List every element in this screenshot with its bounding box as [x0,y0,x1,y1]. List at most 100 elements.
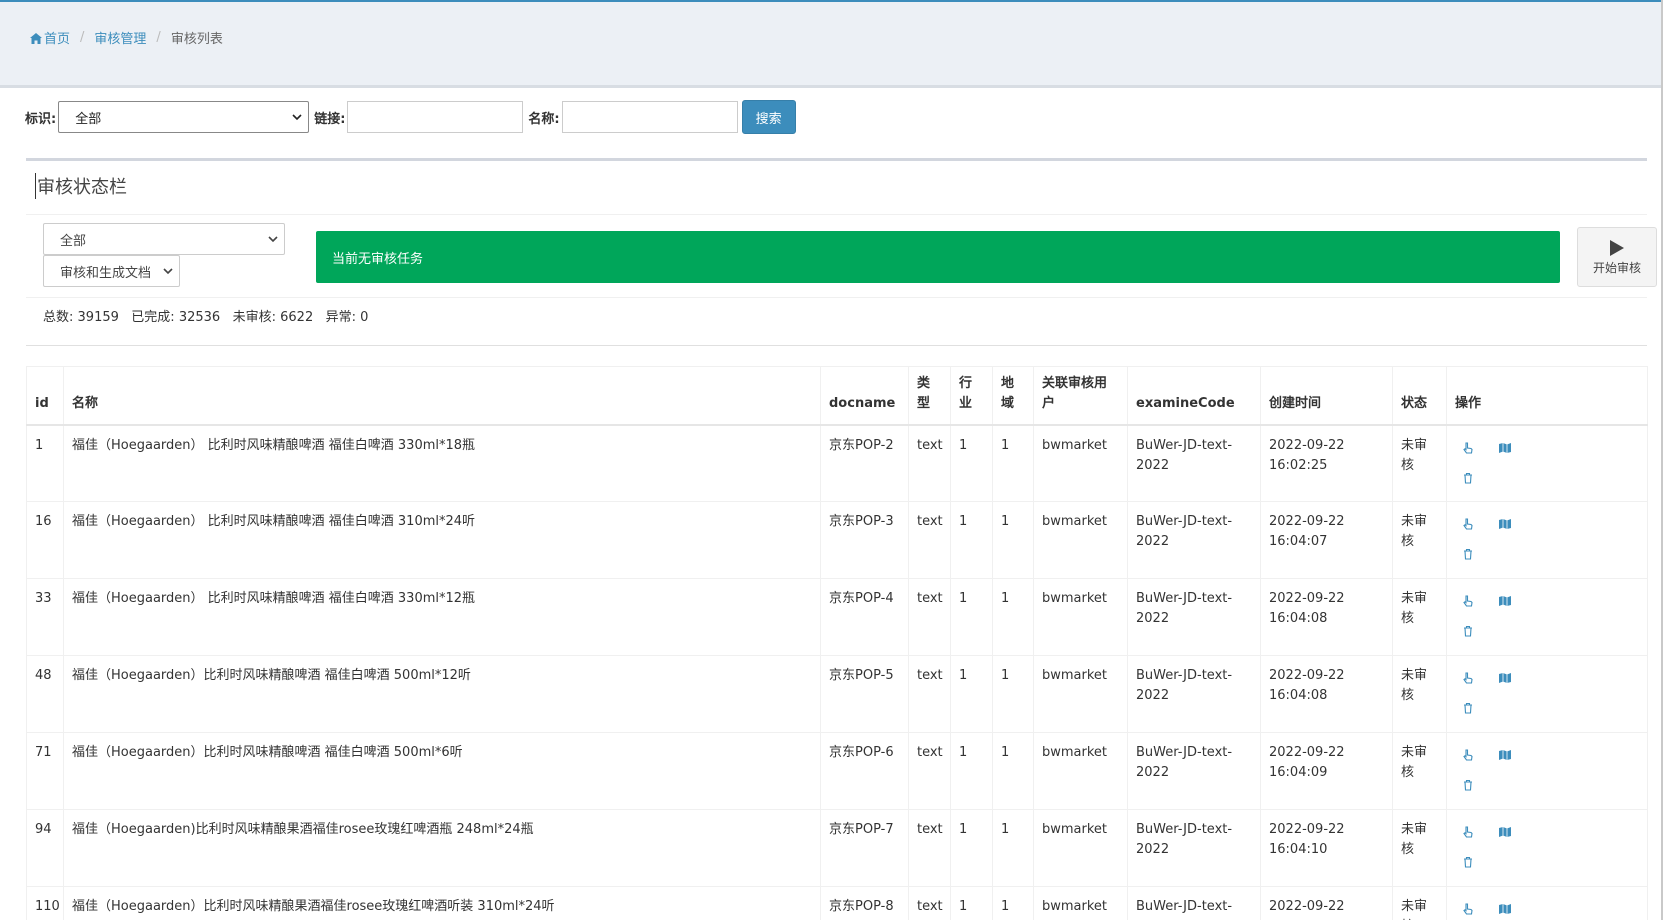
content-header: 首页 / 审核管理 / 审核列表 [0,2,1661,88]
cell-user: bwmarket [1033,424,1128,502]
cell-user: bwmarket [1033,886,1128,920]
hand-pointer-icon[interactable] [1462,595,1474,607]
cell-industry: 1 [950,578,993,656]
cell-created: 2022-09-22 16:04:10 [1260,809,1393,887]
start-audit-button[interactable]: 开始审核 [1577,227,1657,287]
cell-id: 48 [26,655,64,733]
cell-id: 33 [26,578,64,656]
trash-icon[interactable] [1462,472,1474,484]
cell-name: 福佳（Hoegaarden）比利时风味精酿啤酒 福佳白啤酒 500ml*6听 [63,732,821,810]
name-input[interactable] [561,101,738,133]
cell-user: bwmarket [1033,732,1128,810]
col-header-type[interactable]: 类型 [908,366,951,425]
cell-status: 未审核 [1392,886,1447,920]
cell-region: 1 [992,501,1034,579]
table-header-row: id 名称 docname 类型 行业 地域 关联审核用户 examineCod… [26,366,1648,425]
col-header-region[interactable]: 地域 [992,366,1034,425]
hand-pointer-icon[interactable] [1462,826,1474,838]
map-icon[interactable] [1499,826,1511,838]
breadcrumb-current: 审核列表 [170,32,223,47]
audit-table: id 名称 docname 类型 行业 地域 关联审核用户 examineCod… [26,366,1648,920]
mode-select[interactable]: 审核和生成文档 [43,255,180,287]
name-label: 名称: [528,111,560,127]
cell-actions [1446,732,1648,810]
scope-select[interactable]: 全部 [43,223,285,255]
play-icon [1610,239,1624,256]
trash-icon[interactable] [1462,856,1474,868]
cell-user: bwmarket [1033,501,1128,579]
cell-examine-code: BuWer-JD-text-2022 [1127,578,1261,656]
cell-docname: 京东POP-7 [820,809,909,887]
tag-select-value: 全部 [75,111,102,127]
cell-status: 未审核 [1392,732,1447,810]
cell-type: text [908,424,951,502]
map-icon[interactable] [1499,595,1511,607]
breadcrumb-separator: / [80,30,85,45]
link-input[interactable] [347,101,524,133]
cell-type: text [908,732,951,810]
link-label: 链接: [314,111,346,127]
tag-label: 标识: [25,111,57,127]
cell-actions [1446,655,1648,733]
trash-icon[interactable] [1462,548,1474,560]
divider [26,214,1647,215]
col-header-industry[interactable]: 行业 [950,366,993,425]
cell-actions [1446,886,1648,920]
trash-icon[interactable] [1462,625,1474,637]
col-header-docname[interactable]: docname [820,366,909,425]
tag-select[interactable]: 全部 [58,101,310,133]
cell-actions [1446,501,1648,579]
map-icon[interactable] [1499,672,1511,684]
hand-pointer-icon[interactable] [1462,518,1474,530]
cell-created: 2022-09-22 16:04:08 [1260,578,1393,656]
cell-status: 未审核 [1392,501,1447,579]
table-row: 71 福佳（Hoegaarden）比利时风味精酿啤酒 福佳白啤酒 500ml*6… [26,732,1648,810]
map-icon[interactable] [1499,903,1511,915]
cell-name: 福佳（Hoegaarden） 比利时风味精酿啤酒 福佳白啤酒 330ml*18瓶 [63,424,821,502]
trash-icon[interactable] [1462,702,1474,714]
hand-pointer-icon[interactable] [1462,903,1474,915]
hand-pointer-icon[interactable] [1462,441,1474,454]
pending-label: 未审核: [232,310,276,325]
cell-region: 1 [992,886,1034,920]
cell-examine-code: BuWer-JD-text-2022 [1127,732,1261,810]
col-header-examine-code[interactable]: examineCode [1127,366,1261,425]
cell-examine-code: BuWer-JD-text-2022 [1127,886,1261,920]
cell-region: 1 [992,655,1034,733]
cell-created: 2022-09-22 16:02:25 [1260,424,1393,502]
cell-status: 未审核 [1392,424,1447,502]
chevron-down-icon [268,236,278,243]
breadcrumb-home[interactable]: 首页 [30,28,70,47]
table-row: 94 福佳（Hoegaarden)比利时风味精酿果酒福佳rosee玫瑰红啤酒瓶 … [26,809,1648,887]
cell-actions [1446,424,1648,502]
cell-actions [1446,809,1648,887]
col-header-actions: 操作 [1446,366,1648,425]
map-icon[interactable] [1499,749,1511,761]
col-header-user[interactable]: 关联审核用户 [1033,366,1128,425]
total-count: 39159 [77,310,119,325]
cell-name: 福佳（Hoegaarden） 比利时风味精酿啤酒 福佳白啤酒 310ml*24听 [63,501,821,579]
col-header-created[interactable]: 创建时间 [1260,366,1393,425]
cell-id: 71 [26,732,64,810]
col-header-id[interactable]: id [26,366,64,425]
col-header-name[interactable]: 名称 [63,366,821,425]
cell-type: text [908,886,951,920]
col-header-status[interactable]: 状态 [1392,366,1447,425]
done-label: 已完成: [131,310,175,325]
search-button[interactable]: 搜索 [741,100,796,134]
divider [26,297,1647,298]
cell-region: 1 [992,578,1034,656]
map-icon[interactable] [1499,442,1511,454]
cell-industry: 1 [950,732,993,810]
status-message-bar: 当前无审核任务 [316,231,1560,283]
cell-created: 2022-09-22 16:04:08 [1260,655,1393,733]
cell-actions [1446,578,1648,656]
map-icon[interactable] [1499,518,1511,530]
trash-icon[interactable] [1462,779,1474,791]
cell-user: bwmarket [1033,655,1128,733]
hand-pointer-icon[interactable] [1462,749,1474,761]
cell-status: 未审核 [1392,655,1447,733]
breadcrumb-section[interactable]: 审核管理 [94,28,146,47]
cell-created: 2022-09-22 16:04:09 [1260,732,1393,810]
hand-pointer-icon[interactable] [1462,672,1474,684]
